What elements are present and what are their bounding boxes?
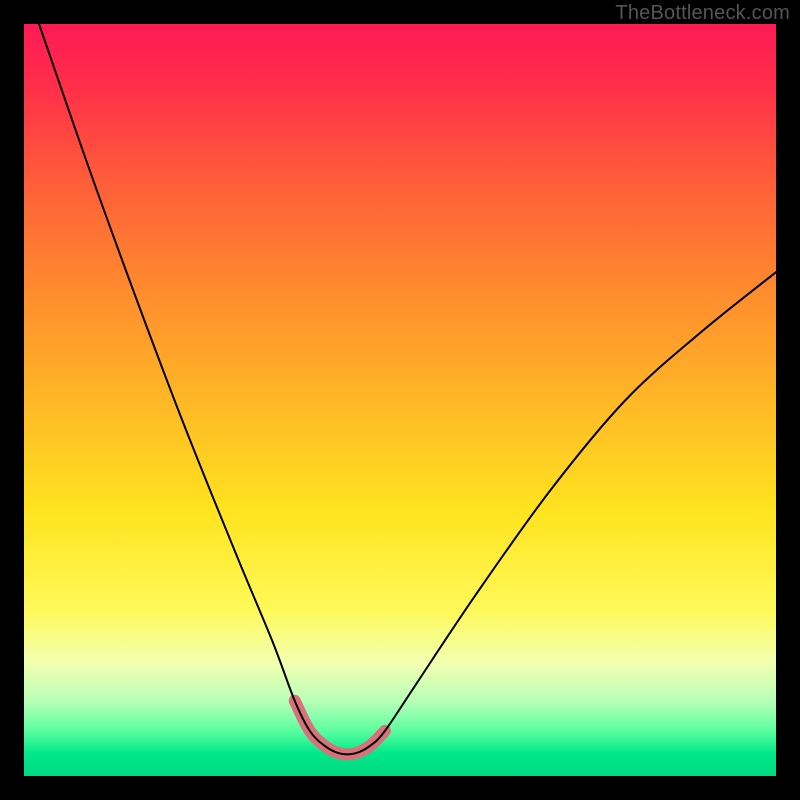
chart-frame: TheBottleneck.com	[0, 0, 800, 800]
plot-area	[24, 24, 776, 776]
bottleneck-curve	[39, 24, 776, 754]
curve-layer	[24, 24, 776, 776]
watermark-text: TheBottleneck.com	[615, 2, 790, 25]
